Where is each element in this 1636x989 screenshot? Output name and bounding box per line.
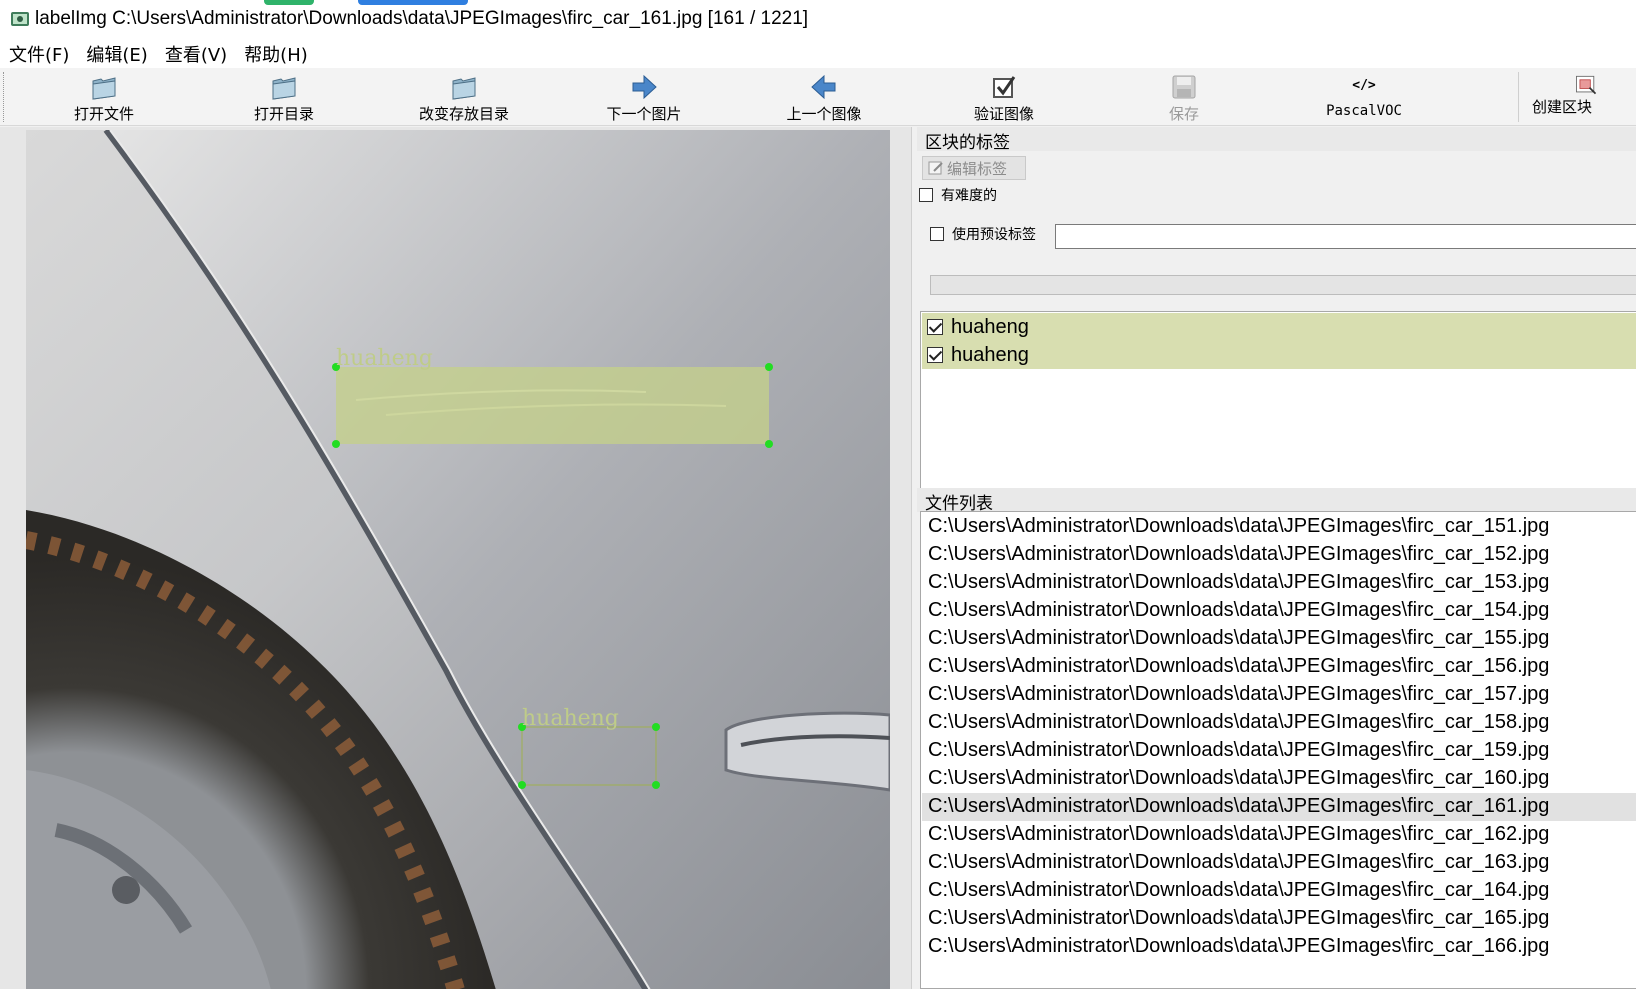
label-list-item[interactable]: huaheng	[922, 313, 1636, 341]
file-list-item[interactable]: C:\Users\Administrator\Downloads\data\JP…	[922, 569, 1636, 597]
file-list-item[interactable]: C:\Users\Administrator\Downloads\data\JP…	[922, 737, 1636, 765]
label-visible-checkbox[interactable]	[927, 319, 943, 335]
file-list-item-selected[interactable]: C:\Users\Administrator\Downloads\data\JP…	[922, 793, 1636, 821]
check-box-icon	[993, 76, 1016, 98]
default-label-input[interactable]	[1055, 224, 1636, 249]
next-image-button[interactable]: 下一个图片	[554, 70, 734, 124]
prev-image-label: 上一个图像	[786, 105, 862, 123]
file-list-item[interactable]: C:\Users\Administrator\Downloads\data\JP…	[922, 905, 1636, 933]
verify-image-button[interactable]: 验证图像	[914, 70, 1094, 124]
file-list-item[interactable]: C:\Users\Administrator\Downloads\data\JP…	[922, 681, 1636, 709]
arrow-left-icon	[811, 74, 836, 100]
file-list-item[interactable]: C:\Users\Administrator\Downloads\data\JP…	[922, 597, 1636, 625]
menu-bar: 文件(F) 编辑(E) 查看(V) 帮助(H)	[0, 38, 1636, 68]
edit-label-button[interactable]: 编辑标签	[922, 156, 1026, 180]
title-bar: labelImg C:\Users\Administrator\Download…	[0, 0, 1636, 38]
toolbar: 打开文件 打开目录 改变存放目录 下一个图片 上一个图像 验证图像 保存 </>…	[0, 68, 1636, 126]
window-title: labelImg C:\Users\Administrator\Download…	[35, 8, 809, 29]
box-labels-panel-title: 区块的标签	[917, 127, 1636, 153]
difficult-checkbox-row[interactable]: 有难度的	[919, 185, 997, 205]
floppy-disk-icon	[1172, 75, 1196, 99]
change-save-dir-label: 改变存放目录	[418, 105, 509, 123]
label-list[interactable]: huaheng huaheng	[920, 311, 1636, 489]
save-label: 保存	[1168, 105, 1199, 123]
file-list-item[interactable]: C:\Users\Administrator\Downloads\data\JP…	[922, 849, 1636, 877]
file-list-panel-title: 文件列表	[917, 488, 1636, 514]
create-box-label: 创建区块	[1532, 98, 1593, 116]
change-save-dir-button[interactable]: 改变存放目录	[374, 70, 554, 124]
use-default-label-checkbox[interactable]	[930, 227, 944, 241]
verify-image-label: 验证图像	[973, 105, 1034, 123]
toolbar-separator	[1518, 72, 1519, 122]
file-list-item[interactable]: C:\Users\Administrator\Downloads\data\JP…	[922, 653, 1636, 681]
toolbar-grip[interactable]	[3, 72, 6, 122]
image-canvas[interactable]: huaheng huaheng	[0, 127, 912, 989]
create-box-button[interactable]: 创建区块	[1526, 70, 1636, 124]
edit-icon	[928, 161, 943, 175]
file-list-item[interactable]: C:\Users\Administrator\Downloads\data\JP…	[922, 513, 1636, 541]
box-label-1: huaheng	[336, 346, 433, 371]
right-dock: 区块的标签 编辑标签 有难度的 使用预设标签 huaheng huaheng 文…	[917, 127, 1636, 989]
next-image-label: 下一个图片	[606, 105, 682, 123]
label-item-text: huaheng	[951, 315, 1029, 338]
file-list-item[interactable]: C:\Users\Administrator\Downloads\data\JP…	[922, 877, 1636, 905]
file-list-item[interactable]: C:\Users\Administrator\Downloads\data\JP…	[922, 821, 1636, 849]
menu-help[interactable]: 帮助(H)	[235, 38, 316, 68]
file-list-item[interactable]: C:\Users\Administrator\Downloads\data\JP…	[922, 933, 1636, 961]
label-item-text: huaheng	[951, 343, 1029, 366]
open-file-label: 打开文件	[73, 105, 134, 123]
difficult-checkbox[interactable]	[919, 188, 933, 202]
file-list-item[interactable]: C:\Users\Administrator\Downloads\data\JP…	[922, 625, 1636, 653]
save-button[interactable]: 保存	[1094, 70, 1274, 124]
labelimg-window: labelImg C:\Users\Administrator\Download…	[0, 0, 1636, 989]
file-list-item[interactable]: C:\Users\Administrator\Downloads\data\JP…	[922, 541, 1636, 569]
prev-image-button[interactable]: 上一个图像	[734, 70, 914, 124]
menu-file[interactable]: 文件(F)	[0, 38, 77, 68]
label-visible-checkbox[interactable]	[927, 347, 943, 363]
code-tag-icon: </>	[1352, 78, 1376, 93]
car-photo[interactable]: huaheng huaheng	[26, 130, 890, 989]
open-dir-label: 打开目录	[253, 105, 314, 123]
box-label-2: huaheng	[522, 706, 619, 731]
arrow-right-icon	[632, 74, 657, 100]
menu-edit[interactable]: 编辑(E)	[77, 38, 155, 68]
label-scroll-bar[interactable]	[930, 275, 1636, 295]
format-toggle-button[interactable]: </> PascalVOC	[1274, 70, 1454, 124]
format-label: PascalVOC	[1326, 103, 1402, 119]
folder-open-icon	[452, 77, 476, 100]
open-file-button[interactable]: 打开文件	[14, 70, 194, 124]
create-rect-icon	[1576, 75, 1597, 95]
label-list-item[interactable]: huaheng	[922, 341, 1636, 369]
title-accent-green	[264, 0, 314, 5]
file-list-item[interactable]: C:\Users\Administrator\Downloads\data\JP…	[922, 765, 1636, 793]
use-default-label-text: 使用预设标签	[952, 227, 1036, 243]
open-dir-button[interactable]: 打开目录	[194, 70, 374, 124]
default-label-checkbox-row[interactable]: 使用预设标签	[930, 224, 1036, 244]
app-icon	[11, 12, 29, 26]
menu-view[interactable]: 查看(V)	[156, 38, 235, 68]
title-accent-blue	[358, 0, 468, 5]
folder-open-icon	[272, 77, 296, 100]
difficult-label: 有难度的	[941, 188, 997, 204]
folder-open-icon	[92, 77, 116, 100]
file-list-item[interactable]: C:\Users\Administrator\Downloads\data\JP…	[922, 709, 1636, 737]
edit-label-text: 编辑标签	[947, 160, 1008, 178]
file-list[interactable]: C:\Users\Administrator\Downloads\data\JP…	[920, 511, 1636, 989]
